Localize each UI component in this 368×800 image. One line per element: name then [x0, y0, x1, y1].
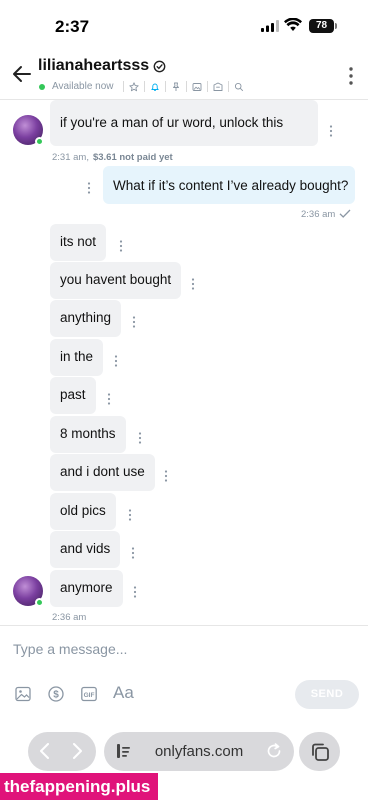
tip-dollar-icon[interactable]: $	[48, 686, 64, 702]
message-options-icon[interactable]	[128, 509, 132, 521]
availability-text: Available now	[52, 81, 114, 92]
message-bubble-incoming[interactable]: in the	[50, 339, 104, 376]
message-bubble-incoming[interactable]: its not	[50, 224, 107, 261]
star-icon[interactable]	[128, 81, 139, 92]
message-options-icon[interactable]	[107, 393, 111, 405]
message-options-icon[interactable]	[131, 547, 135, 559]
message-meta: 2:31 am, $3.61 not paid yet	[52, 152, 173, 163]
send-button[interactable]: SEND	[295, 680, 359, 709]
tabs-icon	[312, 743, 329, 761]
watermark: thefappening.plus	[0, 773, 158, 800]
avatar[interactable]	[13, 576, 44, 607]
username-row[interactable]: lilianaheartsss	[38, 57, 166, 75]
divider	[164, 81, 166, 92]
message-bubble-incoming[interactable]: you havent bought	[50, 262, 182, 299]
vault-icon[interactable]	[213, 81, 223, 92]
reload-icon[interactable]	[266, 743, 282, 759]
gif-label: GIF	[84, 692, 95, 699]
gif-icon[interactable]: GIF	[81, 686, 97, 702]
gallery-icon[interactable]	[192, 82, 202, 92]
message-options-icon[interactable]	[87, 182, 91, 194]
composer-divider	[0, 625, 368, 626]
message-timestamp: 2:31 am,	[52, 152, 89, 163]
divider	[227, 81, 229, 92]
message-options-icon[interactable]	[114, 355, 118, 367]
message-bubble-incoming[interactable]: and i dont use	[50, 454, 155, 491]
read-check-icon	[339, 209, 351, 218]
message-bubble-incoming[interactable]: anymore	[50, 570, 123, 607]
avatar[interactable]	[13, 115, 44, 146]
verified-badge-icon	[153, 60, 166, 72]
text-format-icon[interactable]: Aa	[113, 684, 135, 702]
message-bubble-incoming[interactable]: old pics	[50, 493, 116, 530]
chat-username[interactable]: lilianaheartsss	[38, 57, 149, 75]
message-bubble-incoming[interactable]: if you're a man of ur word, unlock this	[50, 100, 318, 146]
status-time: 2:37	[55, 17, 90, 36]
message-options-icon[interactable]	[191, 278, 195, 290]
message-bubble-incoming[interactable]: 8 months	[50, 416, 126, 453]
message-options-icon[interactable]	[329, 125, 333, 137]
message-options-icon[interactable]	[119, 240, 123, 252]
price-status: $3.61 not paid yet	[92, 152, 173, 163]
pin-icon[interactable]	[171, 82, 181, 92]
back-arrow-icon[interactable]	[12, 64, 32, 84]
cellular-signal-icon	[261, 20, 279, 32]
message-bubble-incoming[interactable]: past	[50, 377, 96, 414]
divider	[206, 81, 208, 92]
divider	[143, 81, 145, 92]
search-icon[interactable]	[234, 82, 244, 92]
wifi-icon	[284, 18, 302, 31]
message-timestamp: 2:36 am	[301, 209, 336, 220]
battery-icon: 78	[309, 19, 337, 33]
message-bubble-incoming[interactable]: and vids	[50, 531, 121, 568]
message-bubble-outgoing[interactable]: What if it’s content I’ve already bought…	[103, 166, 355, 204]
message-options-icon[interactable]	[164, 470, 168, 482]
browser-back-icon[interactable]	[38, 743, 52, 759]
chat-header: lilianaheartsss Available now	[0, 52, 368, 100]
image-icon[interactable]	[15, 686, 31, 702]
online-status-dot	[39, 83, 45, 90]
browser-nav-group	[28, 732, 96, 771]
message-input[interactable]: Type a message...	[13, 641, 127, 657]
svg-text:$: $	[53, 690, 59, 701]
browser-forward-icon[interactable]	[70, 743, 84, 759]
tabs-button[interactable]	[299, 732, 340, 771]
online-status-dot	[35, 137, 44, 146]
online-status-dot	[35, 598, 44, 607]
status-bar: 2:37 78	[0, 0, 368, 50]
bell-icon[interactable]	[150, 82, 160, 92]
message-options-icon[interactable]	[133, 586, 137, 598]
message-options-icon[interactable]	[132, 316, 136, 328]
divider	[122, 81, 124, 92]
message-options-icon[interactable]	[138, 432, 142, 444]
message-bubble-incoming[interactable]: anything	[50, 300, 122, 337]
address-bar[interactable]: onlyfans.com	[104, 732, 294, 771]
divider	[185, 81, 187, 92]
more-options-icon[interactable]	[348, 66, 354, 86]
message-timestamp: 2:36 am	[52, 612, 87, 623]
status-toolbar: Available now	[39, 81, 244, 92]
